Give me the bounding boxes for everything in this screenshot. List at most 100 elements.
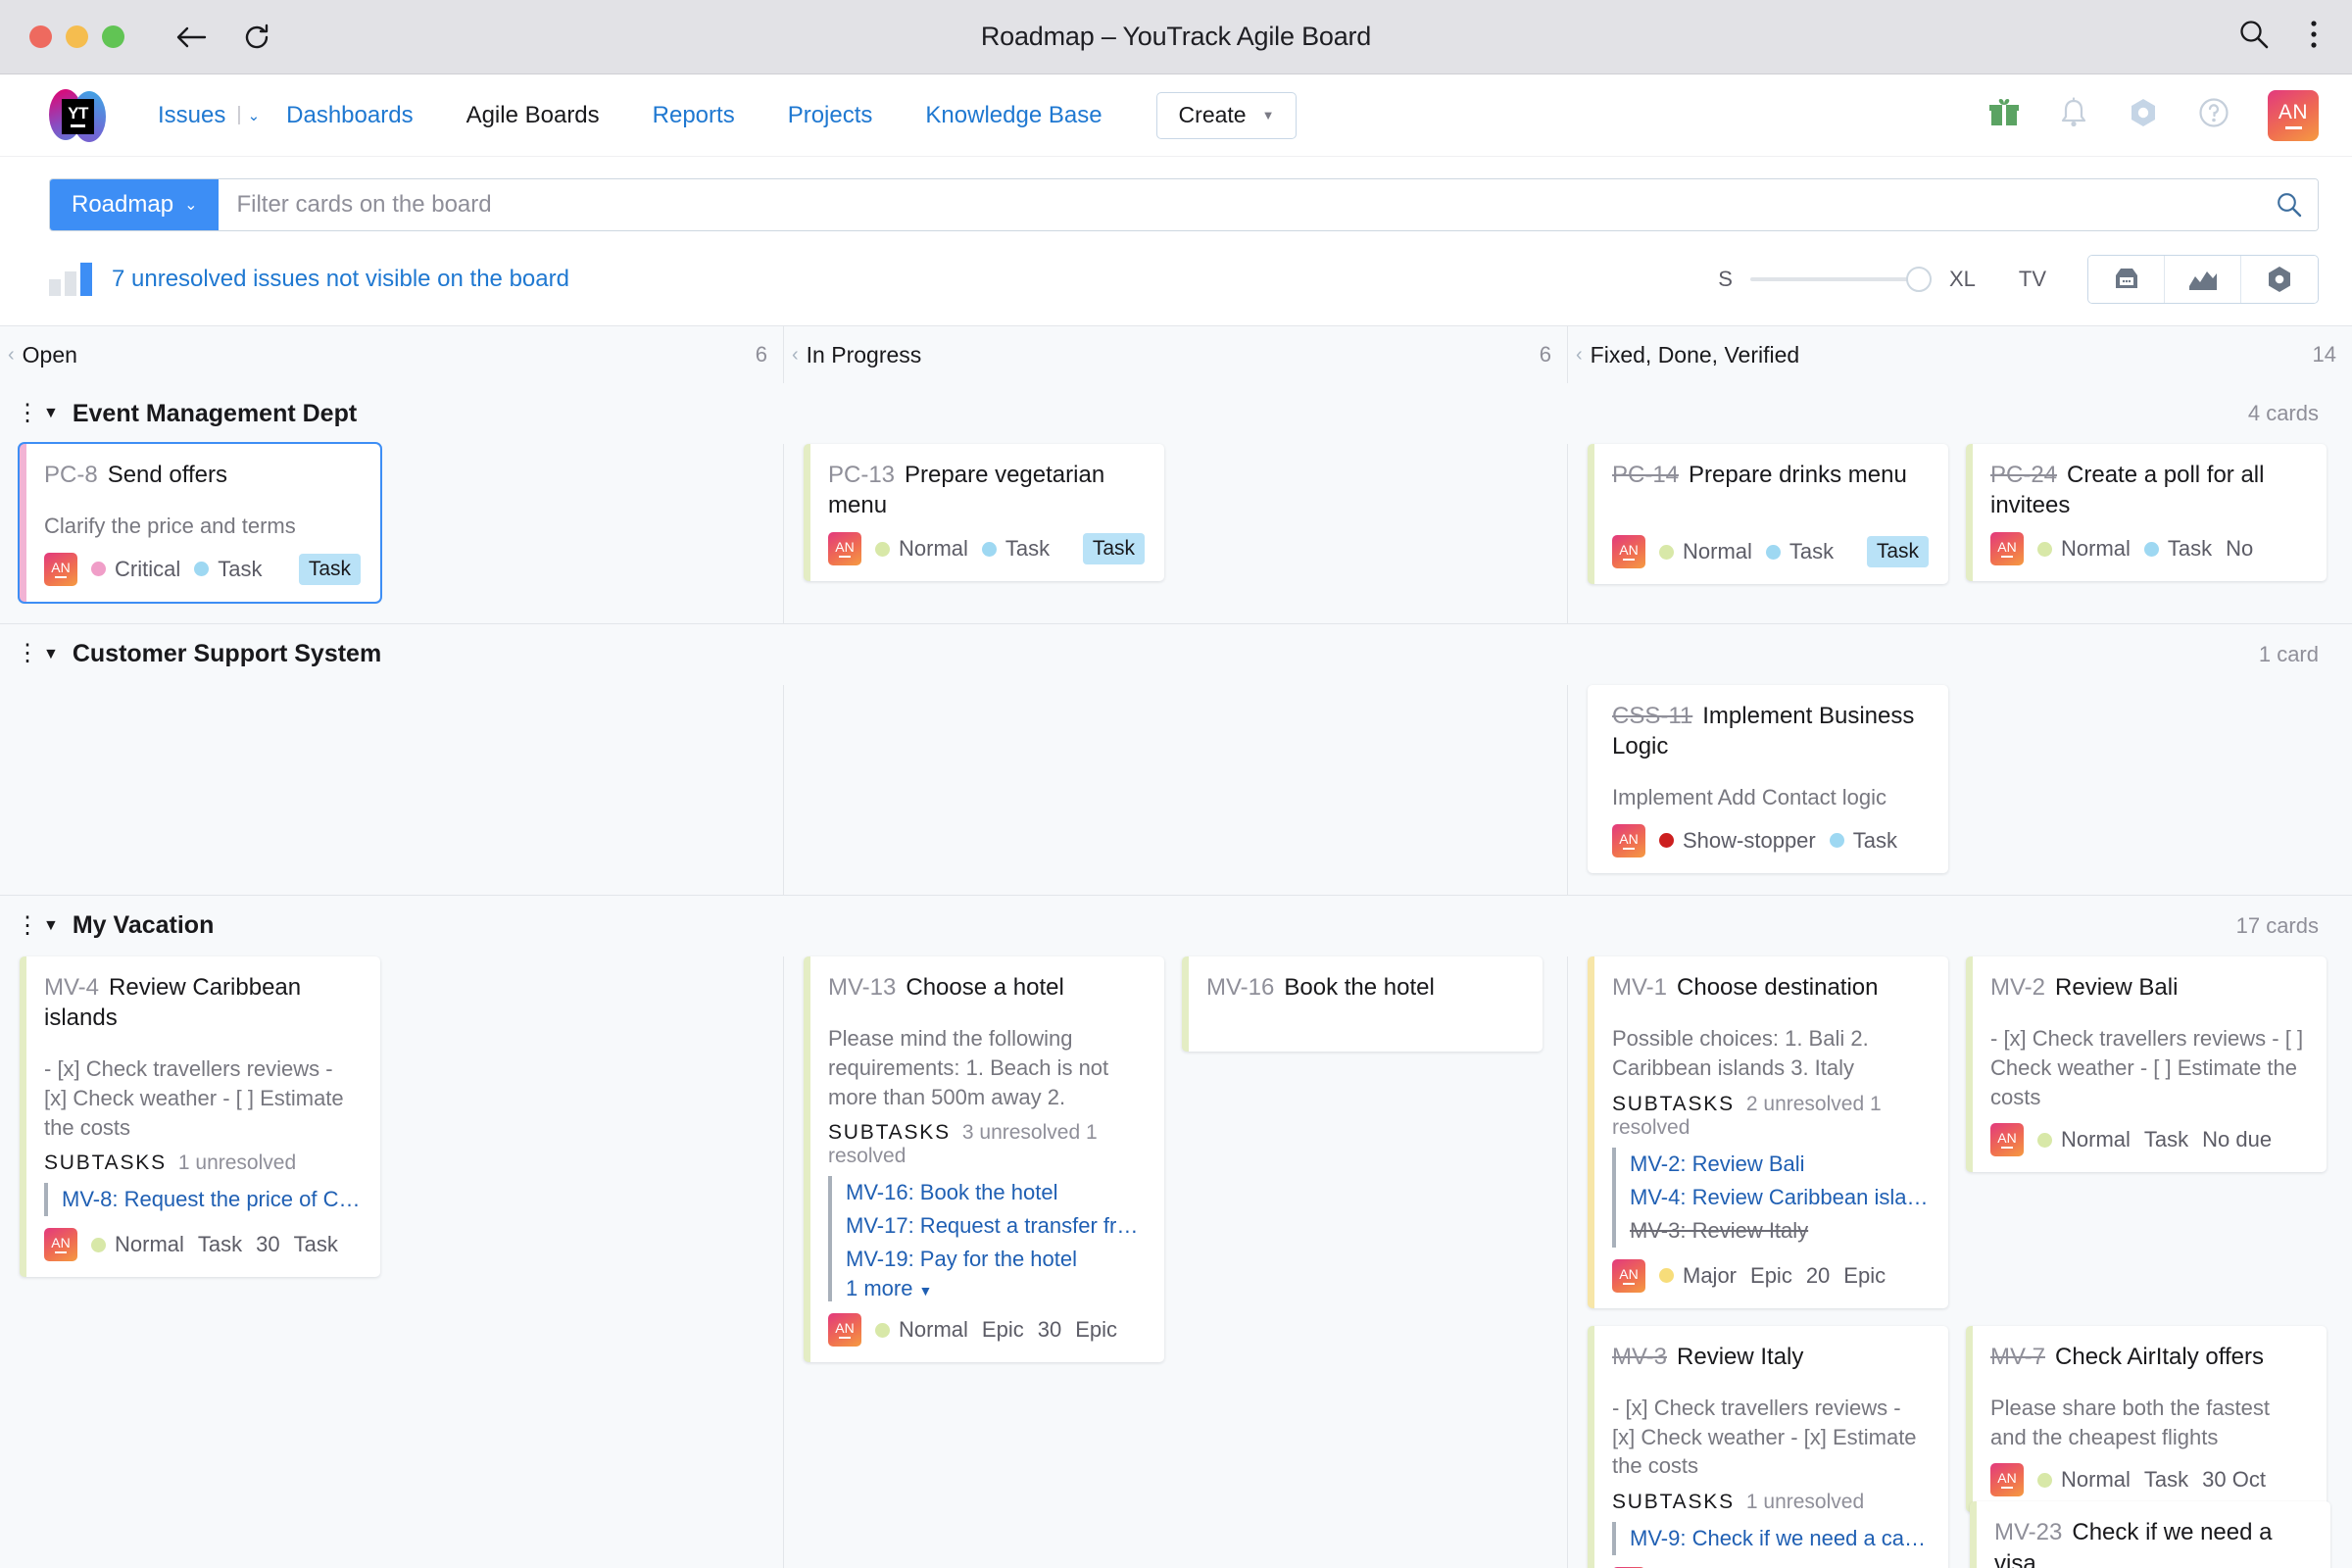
collapse-chevron-icon[interactable]: ‹ [8,344,15,367]
search-zoom-icon[interactable] [2238,19,2270,55]
assignee-avatar[interactable]: AN [44,552,77,586]
assignee-avatar[interactable]: AN [1990,1463,2024,1497]
lane-column-in-progress: PC-13 Prepare vegetarian menu AN Normal T… [784,444,1568,623]
show-more-subtasks-button[interactable]: 1 more ▼ [846,1276,932,1300]
swimlane-menu-icon[interactable]: ⋮ [16,913,39,937]
nav-item-issues[interactable]: Issues [131,102,252,129]
swimlane-title: Event Management Dept [72,399,358,427]
card-description: - [x] Check travellers reviews - [x] Che… [44,1056,344,1140]
card-MV-16[interactable]: MV-16 Book the hotel [1182,956,1543,1053]
card-title: PC-14 Prepare drinks menu [1612,460,1929,490]
card-id: MV-13 [828,973,897,1001]
card-estimation: 30 [256,1232,280,1257]
assignee-avatar[interactable]: AN [828,532,861,566]
assignee-avatar[interactable]: AN [1990,532,2024,566]
close-window-button[interactable] [29,25,52,48]
assignee-avatar[interactable]: AN [1990,1123,2024,1157]
card-PC-13[interactable]: PC-13 Prepare vegetarian menu AN Normal T… [804,444,1164,582]
filter-input[interactable] [219,179,2261,230]
unresolved-issues-label[interactable]: 7 unresolved issues not visible on the b… [112,266,569,293]
nav-item-reports[interactable]: Reports [626,102,761,129]
avatar-initials: AN [1997,1470,2017,1487]
card-id: MV-1 [1612,973,1668,1001]
list-item[interactable]: MV-2: Review Bali [1630,1148,1929,1181]
list-item[interactable]: MV-8: Request the price of C… [62,1183,361,1216]
bell-icon[interactable] [2058,96,2089,134]
column-header-in-progress[interactable]: ‹ In Progress 6 [784,326,1568,383]
card-PC-8[interactable]: PC-8 Send offers Clarify the price and te… [20,444,380,602]
list-item[interactable]: MV-4: Review Caribbean isla… [1630,1181,1929,1214]
gift-icon[interactable] [1987,96,2021,134]
card-size-slider[interactable] [1749,265,1932,294]
card-summary: Check AirItaly offers [2055,1343,2264,1370]
column-header-open[interactable]: ‹ Open 6 [0,326,784,383]
card-title: MV-1 Choose destination [1612,972,1929,1003]
card-id: PC-8 [44,462,98,488]
window-traffic-lights [0,25,124,48]
collapse-triangle-icon[interactable]: ▼ [43,405,59,422]
assignee-avatar[interactable]: AN [44,1228,77,1262]
collapse-triangle-icon[interactable]: ▼ [43,917,59,935]
card-PC-14[interactable]: PC-14 Prepare drinks menu AN Normal Task … [1588,444,1948,585]
card-MV-2[interactable]: MV-2 Review Bali - [x] Check travellers r… [1966,956,2327,1173]
back-arrow-icon[interactable] [173,23,209,52]
avatar[interactable]: AN [2268,89,2319,141]
subtasks-label: SUBTASKS [1612,1092,1735,1115]
chart-icon[interactable] [2165,256,2241,303]
nav-item-knowledge-base[interactable]: Knowledge Base [899,102,1128,129]
create-button[interactable]: Create ▼ [1155,91,1298,139]
card-MV-13[interactable]: MV-13 Choose a hotel Please mind the foll… [804,956,1164,1363]
swimlane-menu-icon[interactable]: ⋮ [16,401,39,424]
list-item[interactable]: MV-3: Review Italy [1630,1214,1929,1248]
gear-icon[interactable] [2127,96,2160,134]
maximize-window-button[interactable] [102,25,124,48]
card-MV-4[interactable]: MV-4 Review Caribbean islands - [x] Check… [20,956,380,1278]
help-icon[interactable] [2197,96,2230,134]
assignee-avatar[interactable]: AN [1612,823,1645,858]
card-MV-7[interactable]: MV-7 Check AirItaly offers Please share b… [1966,1325,2327,1513]
list-item[interactable]: MV-16: Book the hotel [846,1176,1145,1209]
nav-item-agile-boards[interactable]: Agile Boards [440,102,626,129]
swimlane-menu-icon[interactable]: ⋮ [16,642,39,665]
assignee-avatar[interactable]: AN [828,1313,861,1348]
filter-row: Roadmap ⌄ [0,157,2352,231]
assignee-avatar[interactable]: AN [1612,535,1645,569]
slider-knob[interactable] [1905,267,1932,292]
card-description: Clarify the price and terms [44,514,296,539]
collapse-triangle-icon[interactable]: ▼ [43,646,59,663]
nav-item-projects[interactable]: Projects [761,102,900,129]
column-count: 6 [755,342,767,367]
list-item[interactable]: MV-17: Request a transfer fro… [846,1209,1145,1243]
assignee-avatar[interactable]: AN [1612,1258,1645,1293]
unresolved-issues-banner[interactable]: 7 unresolved issues not visible on the b… [49,263,569,296]
reload-icon[interactable] [242,23,271,52]
collapse-chevron-icon[interactable]: ‹ [1576,344,1583,367]
card-priority: Normal [875,1317,968,1343]
card-meta: AN Normal Epic 30 Epic [828,1313,1145,1348]
subtasks-header: SUBTASKS 2 unresolved 1 resolved [1612,1093,1929,1140]
column-header-fixed-done-verified[interactable]: ‹ Fixed, Done, Verified 14 [1568,326,2352,383]
card-id: MV-16 [1206,973,1275,1001]
archive-icon[interactable] [2088,256,2165,303]
nav-item-dashboards[interactable]: Dashboards [260,102,439,129]
kebab-menu-icon[interactable] [2309,19,2319,55]
view-buttons-group [2087,255,2319,304]
card-MV-1[interactable]: MV-1 Choose destination Possible choices:… [1588,956,1948,1308]
card-meta: AN Major Epic 20 Epic [1612,1258,1929,1293]
tv-mode-button[interactable]: TV [2019,267,2046,292]
collapse-chevron-icon[interactable]: ‹ [792,344,799,367]
card-PC-24[interactable]: PC-24 Create a poll for all invitees AN N… [1966,444,2327,582]
card-summary: Choose a hotel [906,973,1064,1001]
chevron-down-icon[interactable]: ⌄ [248,107,261,124]
search-button[interactable] [2261,179,2318,230]
card-CSS-11[interactable]: CSS-11 Implement Business Logic Implement… [1588,684,1948,873]
card-MV-23[interactable]: MV-23 Check if we need a visa [1970,1501,2330,1568]
list-item[interactable]: MV-19: Pay for the hotel [846,1243,1145,1276]
list-item[interactable]: MV-9: Check if we need a ca… [1630,1522,1929,1555]
minimize-window-button[interactable] [66,25,88,48]
board-selector[interactable]: Roadmap ⌄ [50,179,220,230]
youtrack-logo-icon[interactable]: YT [49,87,106,144]
settings-gear-icon[interactable] [2241,256,2318,303]
card-MV-3[interactable]: MV-3 Review Italy - [x] Check travellers … [1588,1325,1948,1568]
column-headers: ‹ Open 6 ‹ In Progress 6 ‹ Fixed, Done, … [0,326,2352,383]
